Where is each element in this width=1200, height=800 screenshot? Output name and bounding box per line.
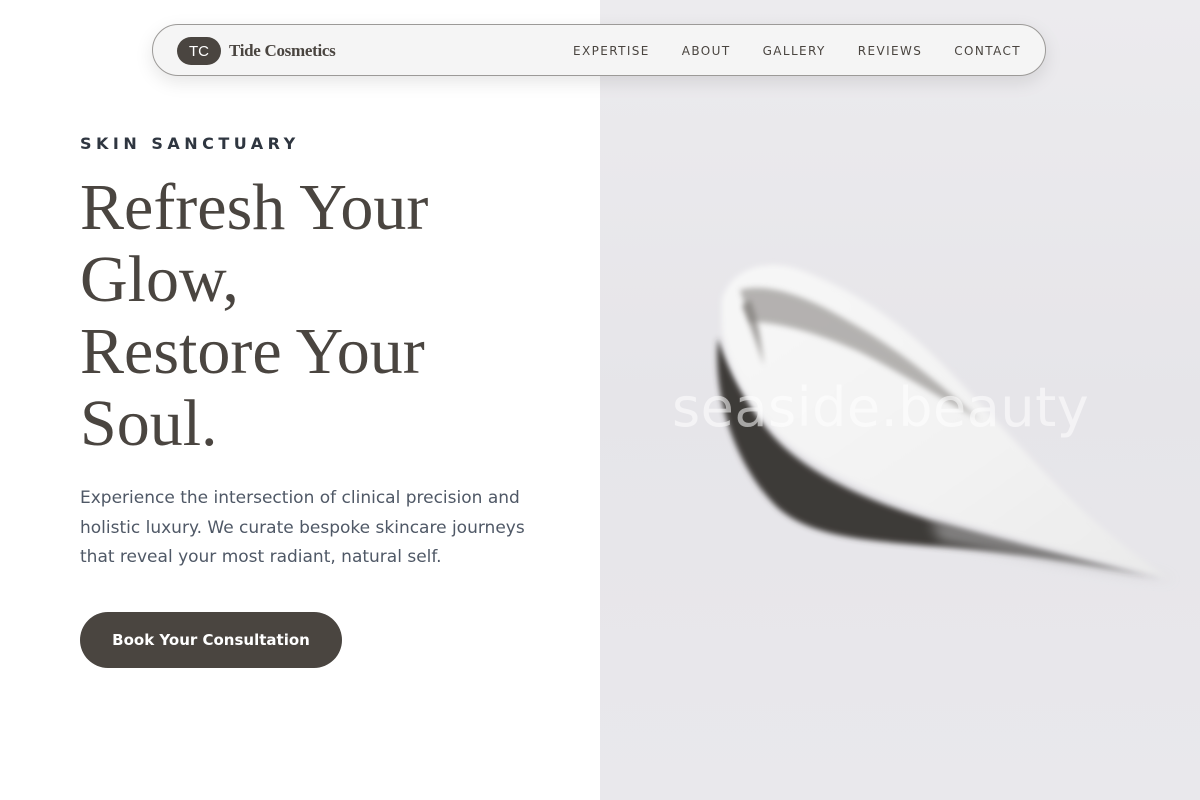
brand[interactable]: TC Tide Cosmetics (177, 37, 336, 65)
hero-image: seaside.beauty (600, 0, 1200, 800)
headline-line: Refresh Your (80, 171, 429, 244)
nav-link-expertise[interactable]: EXPERTISE (573, 44, 650, 58)
hero-intro: Experience the intersection of clinical … (80, 488, 525, 567)
nav-link-about[interactable]: ABOUT (682, 44, 731, 58)
headline-line: Restore Your (80, 315, 425, 388)
nav-link-contact[interactable]: CONTACT (954, 44, 1021, 58)
nav-link-gallery[interactable]: GALLERY (763, 44, 826, 58)
hero-headline: Refresh Your Glow, Restore Your Soul. (80, 172, 580, 460)
book-consultation-button[interactable]: Book Your Consultation (80, 612, 342, 668)
headline-line: Soul. (80, 387, 218, 460)
headline-line: Glow, (80, 243, 239, 316)
navigation-bar: TC Tide Cosmetics EXPERTISE ABOUT GALLER… (152, 24, 1046, 76)
image-watermark: seaside.beauty (672, 376, 1090, 439)
logo-badge: TC (177, 37, 221, 65)
nav-link-reviews[interactable]: REVIEWS (858, 44, 923, 58)
nav-links: EXPERTISE ABOUT GALLERY REVIEWS CONTACT (541, 25, 1021, 77)
hero-eyebrow: SKIN SANCTUARY (80, 134, 300, 153)
brand-name: Tide Cosmetics (229, 41, 336, 60)
